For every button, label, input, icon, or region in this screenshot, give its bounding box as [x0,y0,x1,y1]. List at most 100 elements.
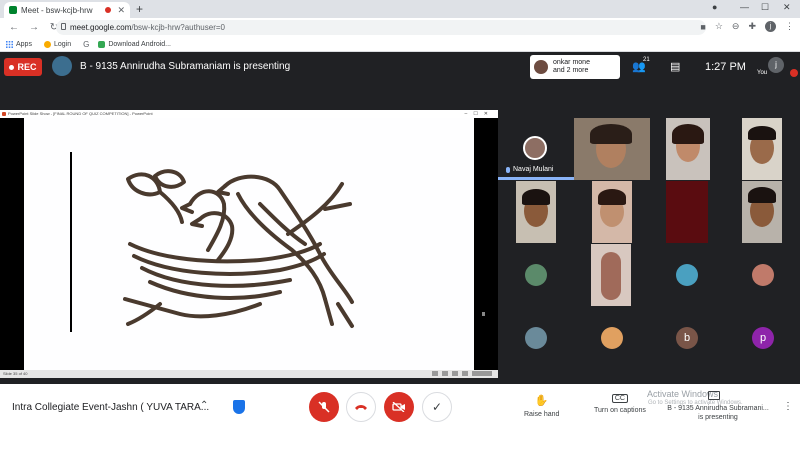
bookmark-download-label: Download Android... [108,40,171,48]
meeting-clock: 1:27 PM [705,61,746,73]
profile-avatar[interactable]: j [765,21,776,32]
presenter-avatar [52,56,72,76]
participant-video-tile[interactable] [742,118,782,180]
participant-avatar[interactable] [525,264,547,286]
captions-button[interactable]: CC Turn on captions [594,394,646,414]
rec-label: REC [17,62,37,72]
slide-counter: Slide 35 of 40 [3,371,28,376]
participant-video-tile[interactable] [516,181,556,243]
self-avatar[interactable]: j [768,57,784,73]
participant-tile-navaj-mulani[interactable]: Navaj Mulani [498,118,574,180]
bookmark-login-label: Login [53,40,72,48]
chevron-up-icon[interactable]: ⌃ [200,400,208,411]
birds-nest-illustration [123,169,354,328]
participant-video-tile-dark[interactable] [666,181,708,243]
participant-video-tile[interactable] [666,118,710,180]
others-line-2: and 2 more [553,67,589,74]
bookmarks-bar: Apps Login G Download Android... [0,37,800,52]
reading-view-icon[interactable] [452,371,458,376]
participant-hair [748,126,776,140]
browser-tab-meet[interactable]: Meet - bsw-kcjb-hrw ✕ [4,2,130,18]
participant-video-tile[interactable] [592,181,632,243]
participant-hair [590,124,632,144]
url-domain: meet.google.com [70,23,132,32]
participant-avatar[interactable] [676,264,698,286]
captions-icon: CC [611,394,628,403]
recording-indicator-icon [105,7,112,13]
participant-avatar-b[interactable]: b [676,327,698,349]
host-controls-shield-icon[interactable] [233,400,245,414]
bookmark-apps[interactable]: Apps [6,40,32,48]
url-path: /bsw-kcjb-hrw?authuser=0 [131,23,225,32]
leave-call-button[interactable] [346,392,376,422]
chrome-menu-icon[interactable]: ● [712,2,717,12]
ppt-window-controls: ‒☐✕ [464,111,494,117]
participant-video-tile[interactable] [742,181,782,243]
address-bar: ← → ↻ meet.google.com/bsw-kcjb-hrw?authu… [0,18,800,37]
rec-dot-icon [9,64,15,70]
powerpoint-status-bar: Slide 35 of 40 [0,370,498,378]
bookmark-star-icon[interactable]: ☆ [715,21,723,32]
check-icon: ✓ [431,400,443,414]
participant-avatar[interactable] [752,264,774,286]
tab-title: Meet - bsw-kcjb-hrw [21,5,93,15]
extension-sync-icon[interactable]: ⊖ [732,21,740,32]
captions-label: Turn on captions [594,407,646,414]
extensions-puzzle-icon[interactable]: ✚ [748,21,756,32]
other-presenters-chip[interactable]: onkar mone and 2 more [530,55,620,79]
mic-off-button[interactable] [309,392,339,422]
slideshow-icon[interactable] [462,371,468,376]
participant-avatar-p[interactable]: p [752,327,774,349]
people-count: 21 [643,57,650,63]
camera-in-use-icon[interactable]: ■ [700,22,705,32]
participant-hair [522,189,550,205]
powerpoint-titlebar: PowerPoint Slide Show - [FINAL ROUND OF … [0,110,498,118]
more-options-icon[interactable]: ⋮ [783,401,793,412]
participant-video-tile[interactable] [574,118,650,180]
bookmark-download-android[interactable]: G Download Android... [83,40,171,49]
android-icon [98,40,106,48]
participant-figure [601,252,621,300]
slide-canvas [24,118,474,370]
chat-icon[interactable]: ▤ [670,60,680,73]
participant-avatar[interactable] [525,327,547,349]
mouse-cursor-icon [482,312,485,316]
meeting-name: Intra Collegiate Event-Jashn ( YUVA TARA… [12,402,210,413]
zoom-slider[interactable] [472,371,492,376]
raise-hand-icon: ✋ [534,395,549,407]
slide-sorter-icon[interactable] [442,371,448,376]
participant-hair [672,124,704,144]
participant-avatar[interactable] [601,327,623,349]
participant-hair [598,189,626,205]
normal-view-icon[interactable] [432,371,438,376]
forward-arrow-icon[interactable]: → [28,22,40,33]
presentation-status[interactable]: B - 9135 Annirudha Subramani... is prese… [667,404,769,422]
others-line-1: onkar mone [553,59,590,66]
onkar-avatar [534,60,548,74]
participant-video-tile[interactable] [591,244,631,306]
recording-badge: REC [4,58,42,76]
url-input[interactable]: meet.google.com/bsw-kcjb-hrw?authuser=0 [56,20,706,35]
self-label: You [757,70,768,76]
minimize-button[interactable]: — [740,2,749,12]
navaj-avatar [523,136,547,160]
tab-close-icon[interactable]: ✕ [117,5,125,16]
back-arrow-icon[interactable]: ← [8,22,20,33]
bookmark-apps-label: Apps [16,40,32,48]
lock-icon [61,23,66,30]
powerpoint-window-title: PowerPoint Slide Show - [FINAL ROUND OF … [8,111,153,116]
login-star-icon [43,40,51,48]
raise-hand-button[interactable]: ✋ Raise hand [524,394,559,418]
apps-grid-icon [6,40,13,48]
presenting-title: B - 9135 Annirudha Subramaniam is presen… [80,61,291,72]
browser-tab-strip: Meet - bsw-kcjb-hrw ✕ + ● — ☐ ✕ [0,0,800,18]
bookmark-login[interactable]: Login [43,40,72,48]
present-status-line-1: B - 9135 Annirudha Subramani... [667,405,769,412]
speaking-mic-icon [506,166,510,173]
maximize-button[interactable]: ☐ [761,2,769,13]
new-tab-button[interactable]: + [136,2,143,16]
confirm-check-button[interactable]: ✓ [422,392,452,422]
chrome-kebab-icon[interactable]: ⋮ [785,21,794,32]
camera-off-button[interactable] [384,392,414,422]
close-window-button[interactable]: ✕ [783,2,791,13]
